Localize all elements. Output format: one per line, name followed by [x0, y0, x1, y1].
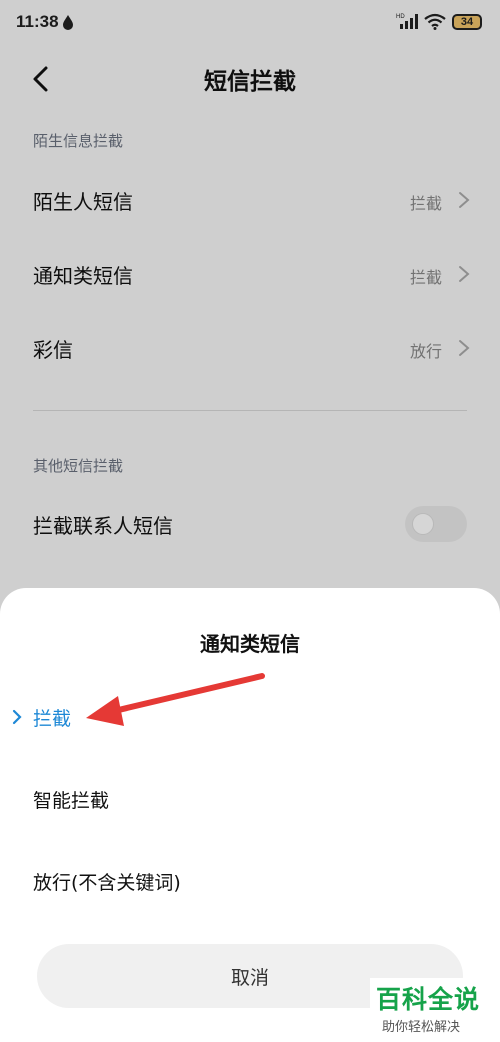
annotation-arrow-icon [86, 673, 265, 726]
screen: 11:38 HD 34 短信拦截 陌生信息拦截 陌生人短信 拦截 通知类短信 拦… [0, 0, 500, 1042]
option-smart-block[interactable]: 智能拦截 [0, 770, 500, 830]
watermark-subtitle: 助你轻松解决 [382, 1020, 461, 1035]
option-label: 智能拦截 [33, 790, 110, 812]
watermark-title: 百科全说 [376, 985, 481, 1014]
option-allow[interactable]: 放行(不含关键词) [0, 852, 500, 912]
option-label: 放行(不含关键词) [33, 872, 181, 894]
sheet-title: 通知类短信 [200, 632, 300, 656]
option-label: 拦截 [33, 708, 72, 730]
watermark-logo: 百科全说 助你轻松解决 [370, 978, 492, 1038]
chevron-right-icon [12, 709, 22, 725]
bottom-sheet: 通知类短信 拦截 智能拦截 放行(不含关键词) 取消 [0, 588, 500, 1042]
